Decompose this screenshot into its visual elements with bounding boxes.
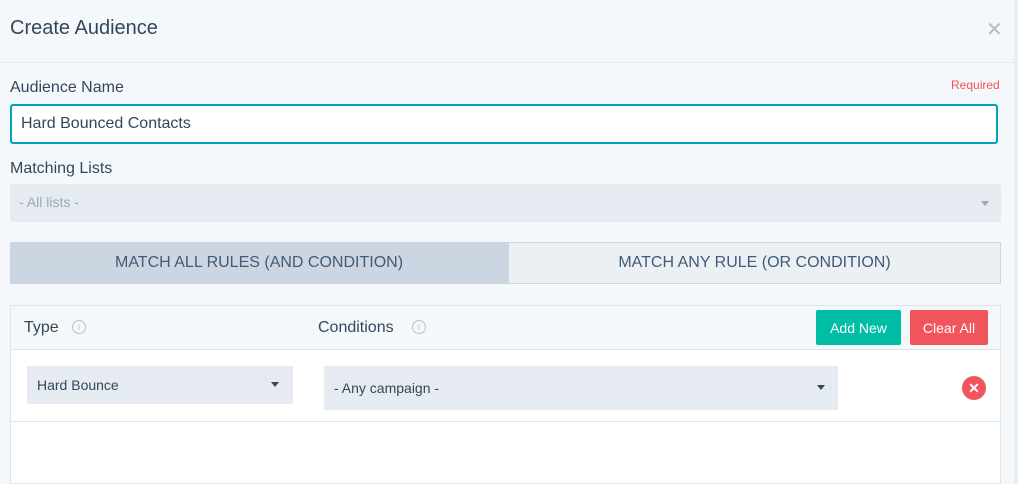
rule-condition-value: - Any campaign - [334,380,440,396]
clear-all-button[interactable]: Clear All [910,310,988,345]
match-any-rule-button[interactable]: MATCH ANY RULE (OR CONDITION) [507,243,1000,283]
rules-panel: Type i Conditions i Add New Clear All Ha… [10,305,1001,484]
chevron-down-icon [981,201,989,206]
scrollbar[interactable] [1014,0,1018,484]
matching-lists-label: Matching Lists [10,160,113,177]
chevron-down-icon [817,385,825,390]
rule-row: Hard Bounce - Any campaign - ✕ [11,350,1000,422]
modal-header: Create Audience ✕ [0,0,1018,63]
rule-type-select[interactable]: Hard Bounce [27,366,293,404]
close-icon[interactable]: ✕ [986,20,1003,40]
match-mode-toggle: MATCH ALL RULES (AND CONDITION) MATCH AN… [10,242,1001,284]
matching-lists-placeholder: - All lists - [19,194,79,210]
modal-title: Create Audience [10,17,158,39]
match-all-rules-button[interactable]: MATCH ALL RULES (AND CONDITION) [11,243,507,283]
type-column-header: Type [24,319,59,336]
audience-name-label: Audience Name [10,79,124,96]
rules-header: Type i Conditions i Add New Clear All [11,306,1000,350]
audience-name-input[interactable] [10,104,998,144]
add-new-button[interactable]: Add New [816,310,901,345]
required-indicator: Required [951,78,1000,92]
conditions-column-header: Conditions [318,319,394,336]
matching-lists-select[interactable]: - All lists - [10,184,1001,222]
rule-condition-select[interactable]: - Any campaign - [324,366,838,410]
info-icon[interactable]: i [72,320,86,334]
chevron-down-icon [271,382,279,387]
remove-rule-icon[interactable]: ✕ [962,376,986,400]
info-icon[interactable]: i [412,320,426,334]
rule-type-value: Hard Bounce [37,377,119,393]
